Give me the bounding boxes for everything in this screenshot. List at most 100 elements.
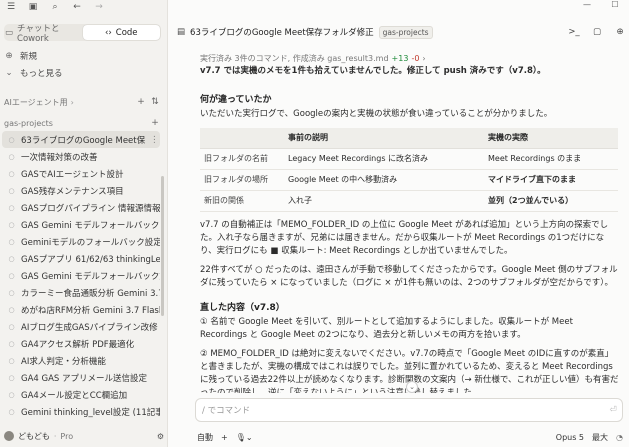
session-item[interactable]: ○ Geminiモデルのフォールバック設定 bbox=[2, 233, 160, 250]
table-cell: 入れ子 bbox=[284, 190, 484, 212]
project-section-header[interactable]: gas-projects + bbox=[4, 116, 162, 130]
maximize-icon[interactable]: ☐ bbox=[601, 0, 629, 12]
table-cell: 並列（2つ並んでいる） bbox=[484, 190, 618, 212]
session-dot-icon: ○ bbox=[8, 373, 15, 382]
session-item[interactable]: ○ 63ライブログのGoogle Meet保存フォルダ修正 ⋮ bbox=[2, 131, 160, 148]
lines-added: +13 bbox=[391, 53, 409, 63]
session-dot-icon: ○ bbox=[8, 390, 15, 399]
search-icon[interactable]: ⌕ bbox=[44, 0, 66, 14]
session-item[interactable]: ○ Gemini thinking_level設定 (11記事作成) bbox=[2, 403, 160, 420]
tab-chat-cowork-label: チャットとCowork bbox=[17, 23, 60, 44]
mode-selector[interactable]: 自動 bbox=[197, 432, 213, 443]
tab-code[interactable]: ‹› Code bbox=[82, 25, 160, 40]
forward-arrow-icon[interactable]: → bbox=[88, 0, 110, 14]
session-item[interactable]: ○ GA4メール設定とCC欄追加 bbox=[2, 386, 160, 403]
session-item[interactable]: ○ GA4アクセス解析 PDF最適化 bbox=[2, 335, 160, 352]
separator-dot: · bbox=[53, 431, 57, 441]
session-title: 一次情報対策の改善 bbox=[21, 152, 98, 163]
sidebar: ☰ ▣ ⌕ ← → ▭ チャットとCowork ‹› Code ⊕ 新規 ⌄ も… bbox=[0, 0, 168, 447]
table-cell: 旧フォルダの名前 bbox=[200, 148, 284, 170]
search-explanation-paragraph: v7.7 の自動補正は「MEMO_FOLDER_ID の上位に Google M… bbox=[200, 219, 609, 256]
composer-toolbar: 自動 + 🎙⌄ Opus 5 最大 ◔ bbox=[197, 430, 623, 444]
settings-icon[interactable]: ⚙ bbox=[157, 432, 164, 441]
heading-fixed: 直した内容（v7.8） bbox=[200, 302, 285, 313]
more-options-icon[interactable]: ⋮ bbox=[150, 135, 160, 145]
session-title: GAS Gemini モデルフォールバック対応 bbox=[21, 271, 160, 282]
session-item[interactable]: ○ カラーミー食品通販分析 Gemini 3.7対応 bbox=[2, 284, 160, 301]
session-header: ▤ 63ライブログのGoogle Meet保存フォルダ修正 gas-projec… bbox=[169, 22, 629, 42]
session-title: Gemini thinking_level設定 (11記事作成) bbox=[21, 407, 160, 418]
session-item[interactable]: ○ 一次情報対策の改善 bbox=[2, 148, 160, 165]
new-session-label: 新規 bbox=[20, 52, 38, 62]
session-title: GASプアプリ 61/62/63 thinkingLevel対応 bbox=[21, 254, 160, 265]
microphone-icon[interactable]: 🎙⌄ bbox=[236, 433, 253, 442]
session-title: GAS残存メンテナンス項目 bbox=[21, 186, 124, 197]
session-item[interactable]: ○ AIブログ生成GASパイプライン改修 bbox=[2, 318, 160, 335]
chevron-down-icon: ⌄ bbox=[5, 68, 13, 78]
scroll-down-icon[interactable]: ⌄ bbox=[406, 381, 418, 393]
session-item[interactable]: ○ GAS残存メンテナンス項目 bbox=[2, 182, 160, 199]
tab-chat-cowork[interactable]: ▭ チャットとCowork bbox=[5, 24, 83, 44]
minimize-icon[interactable]: — bbox=[573, 0, 601, 12]
globe-icon[interactable]: ⊕ bbox=[611, 27, 629, 37]
model-selector[interactable]: Opus 5 bbox=[556, 433, 584, 442]
filter-icon[interactable]: ⇅ bbox=[148, 97, 162, 107]
session-title-header[interactable]: 63ライブログのGoogle Meet保存フォルダ修正 bbox=[190, 26, 374, 38]
session-title: カラーミー食品通販分析 Gemini 3.7対応 bbox=[21, 288, 160, 299]
add-session-icon[interactable]: + bbox=[148, 118, 162, 128]
command-input[interactable]: / でコマンド ⏎ bbox=[195, 398, 623, 422]
new-session-button[interactable]: ⊕ 新規 bbox=[4, 49, 37, 63]
session-item[interactable]: ○ GA4 GAS アプリメール送信設定 bbox=[2, 369, 160, 386]
session-dot-icon: ○ bbox=[8, 186, 15, 195]
project-section-label: gas-projects bbox=[4, 118, 53, 128]
more-button[interactable]: ⌄ もっと見る bbox=[4, 66, 62, 80]
result-explanation-paragraph: 22件すべてが ○ だったのは、遠田さんが手動で移動してくださったからです。Go… bbox=[200, 264, 618, 288]
fix-item-1: ① 名前で Google Meet を引いて、別ルートとして追加するようにしまし… bbox=[200, 316, 573, 340]
diff-intro-paragraph: いただいた実行ログで、Googleの案内と実機の状態が食い違っていることが分かり… bbox=[200, 109, 553, 119]
terminal-icon[interactable]: >_ bbox=[565, 27, 583, 37]
comparison-table: 事前の説明 実機の実際 旧フォルダの名前 Legacy Meet Recordi… bbox=[200, 128, 618, 212]
session-dot-icon: ○ bbox=[8, 254, 15, 263]
back-arrow-icon[interactable]: ← bbox=[66, 0, 88, 14]
panel-icon[interactable]: ▢ bbox=[588, 27, 606, 37]
table-header-cell bbox=[200, 128, 284, 149]
session-item[interactable]: ○ GAS Gemini モデルフォールバック対応 bbox=[2, 267, 160, 284]
sidebar-scrollbar[interactable] bbox=[161, 176, 164, 316]
user-account[interactable]: どもども · Pro ⚙ bbox=[4, 429, 164, 443]
session-dot-icon: ○ bbox=[8, 322, 15, 331]
session-title: GA4アクセス解析 PDF最適化 bbox=[21, 339, 135, 350]
effort-selector[interactable]: 最大 bbox=[592, 432, 608, 443]
session-item[interactable]: ○ GASプログパイプライン 情報源情報評価 bbox=[2, 199, 160, 216]
session-item[interactable]: ○ GASでAIエージェント設計 bbox=[2, 165, 160, 182]
status-text: 実行済み 3件のコマンド, 作成済み gas_result3.md bbox=[200, 53, 389, 63]
session-item[interactable]: ○ AI求人判定・分析機能 bbox=[2, 352, 160, 369]
titlebar-icons: ☰ ▣ ⌕ ← → bbox=[0, 0, 110, 14]
user-plan: Pro bbox=[60, 431, 74, 441]
chevron-right-icon: › bbox=[422, 53, 426, 63]
table-row: 旧フォルダの名前 Legacy Meet Recordings に改名済み Me… bbox=[200, 148, 618, 170]
context-usage-icon[interactable]: ◔ bbox=[616, 433, 623, 442]
session-title: GASプログパイプライン 情報源情報評価 bbox=[21, 203, 160, 214]
session-dot-icon: ○ bbox=[8, 288, 15, 297]
session-item[interactable]: ○ めがね店RFM分析 Gemini 3.7 Flash移行 bbox=[2, 301, 160, 318]
table-cell: マイドライブ直下のまま bbox=[484, 169, 618, 191]
session-dot-icon: ○ bbox=[8, 169, 15, 178]
sidebar-toggle-icon[interactable]: ▣ bbox=[22, 0, 44, 14]
session-item[interactable]: ○ GAS Gemini モデルフォールバック bbox=[2, 216, 160, 233]
tab-code-label: Code bbox=[115, 27, 138, 38]
session-dot-icon: ○ bbox=[8, 220, 15, 229]
session-title: GASでAIエージェント設計 bbox=[21, 169, 124, 180]
menu-icon[interactable]: ☰ bbox=[0, 0, 22, 14]
add-icon[interactable]: + bbox=[134, 97, 148, 107]
environment-section-header[interactable]: AIエージェント用 › + ⇅ bbox=[4, 95, 162, 109]
send-icon[interactable]: ⏎ bbox=[604, 405, 622, 415]
table-cell: 新旧の関係 bbox=[200, 190, 284, 212]
add-attachment-icon[interactable]: + bbox=[221, 433, 228, 442]
session-item[interactable]: ○ GASプアプリ 61/62/63 thinkingLevel対応 bbox=[2, 250, 160, 267]
chevron-right-icon: › bbox=[70, 97, 74, 107]
user-name: どもども bbox=[18, 431, 50, 441]
project-badge[interactable]: gas-projects bbox=[378, 25, 433, 39]
table-header-cell: 実機の実際 bbox=[484, 128, 618, 149]
session-dot-icon: ○ bbox=[8, 152, 15, 161]
tool-status[interactable]: 実行済み 3件のコマンド, 作成済み gas_result3.md +13 -0… bbox=[200, 51, 620, 65]
